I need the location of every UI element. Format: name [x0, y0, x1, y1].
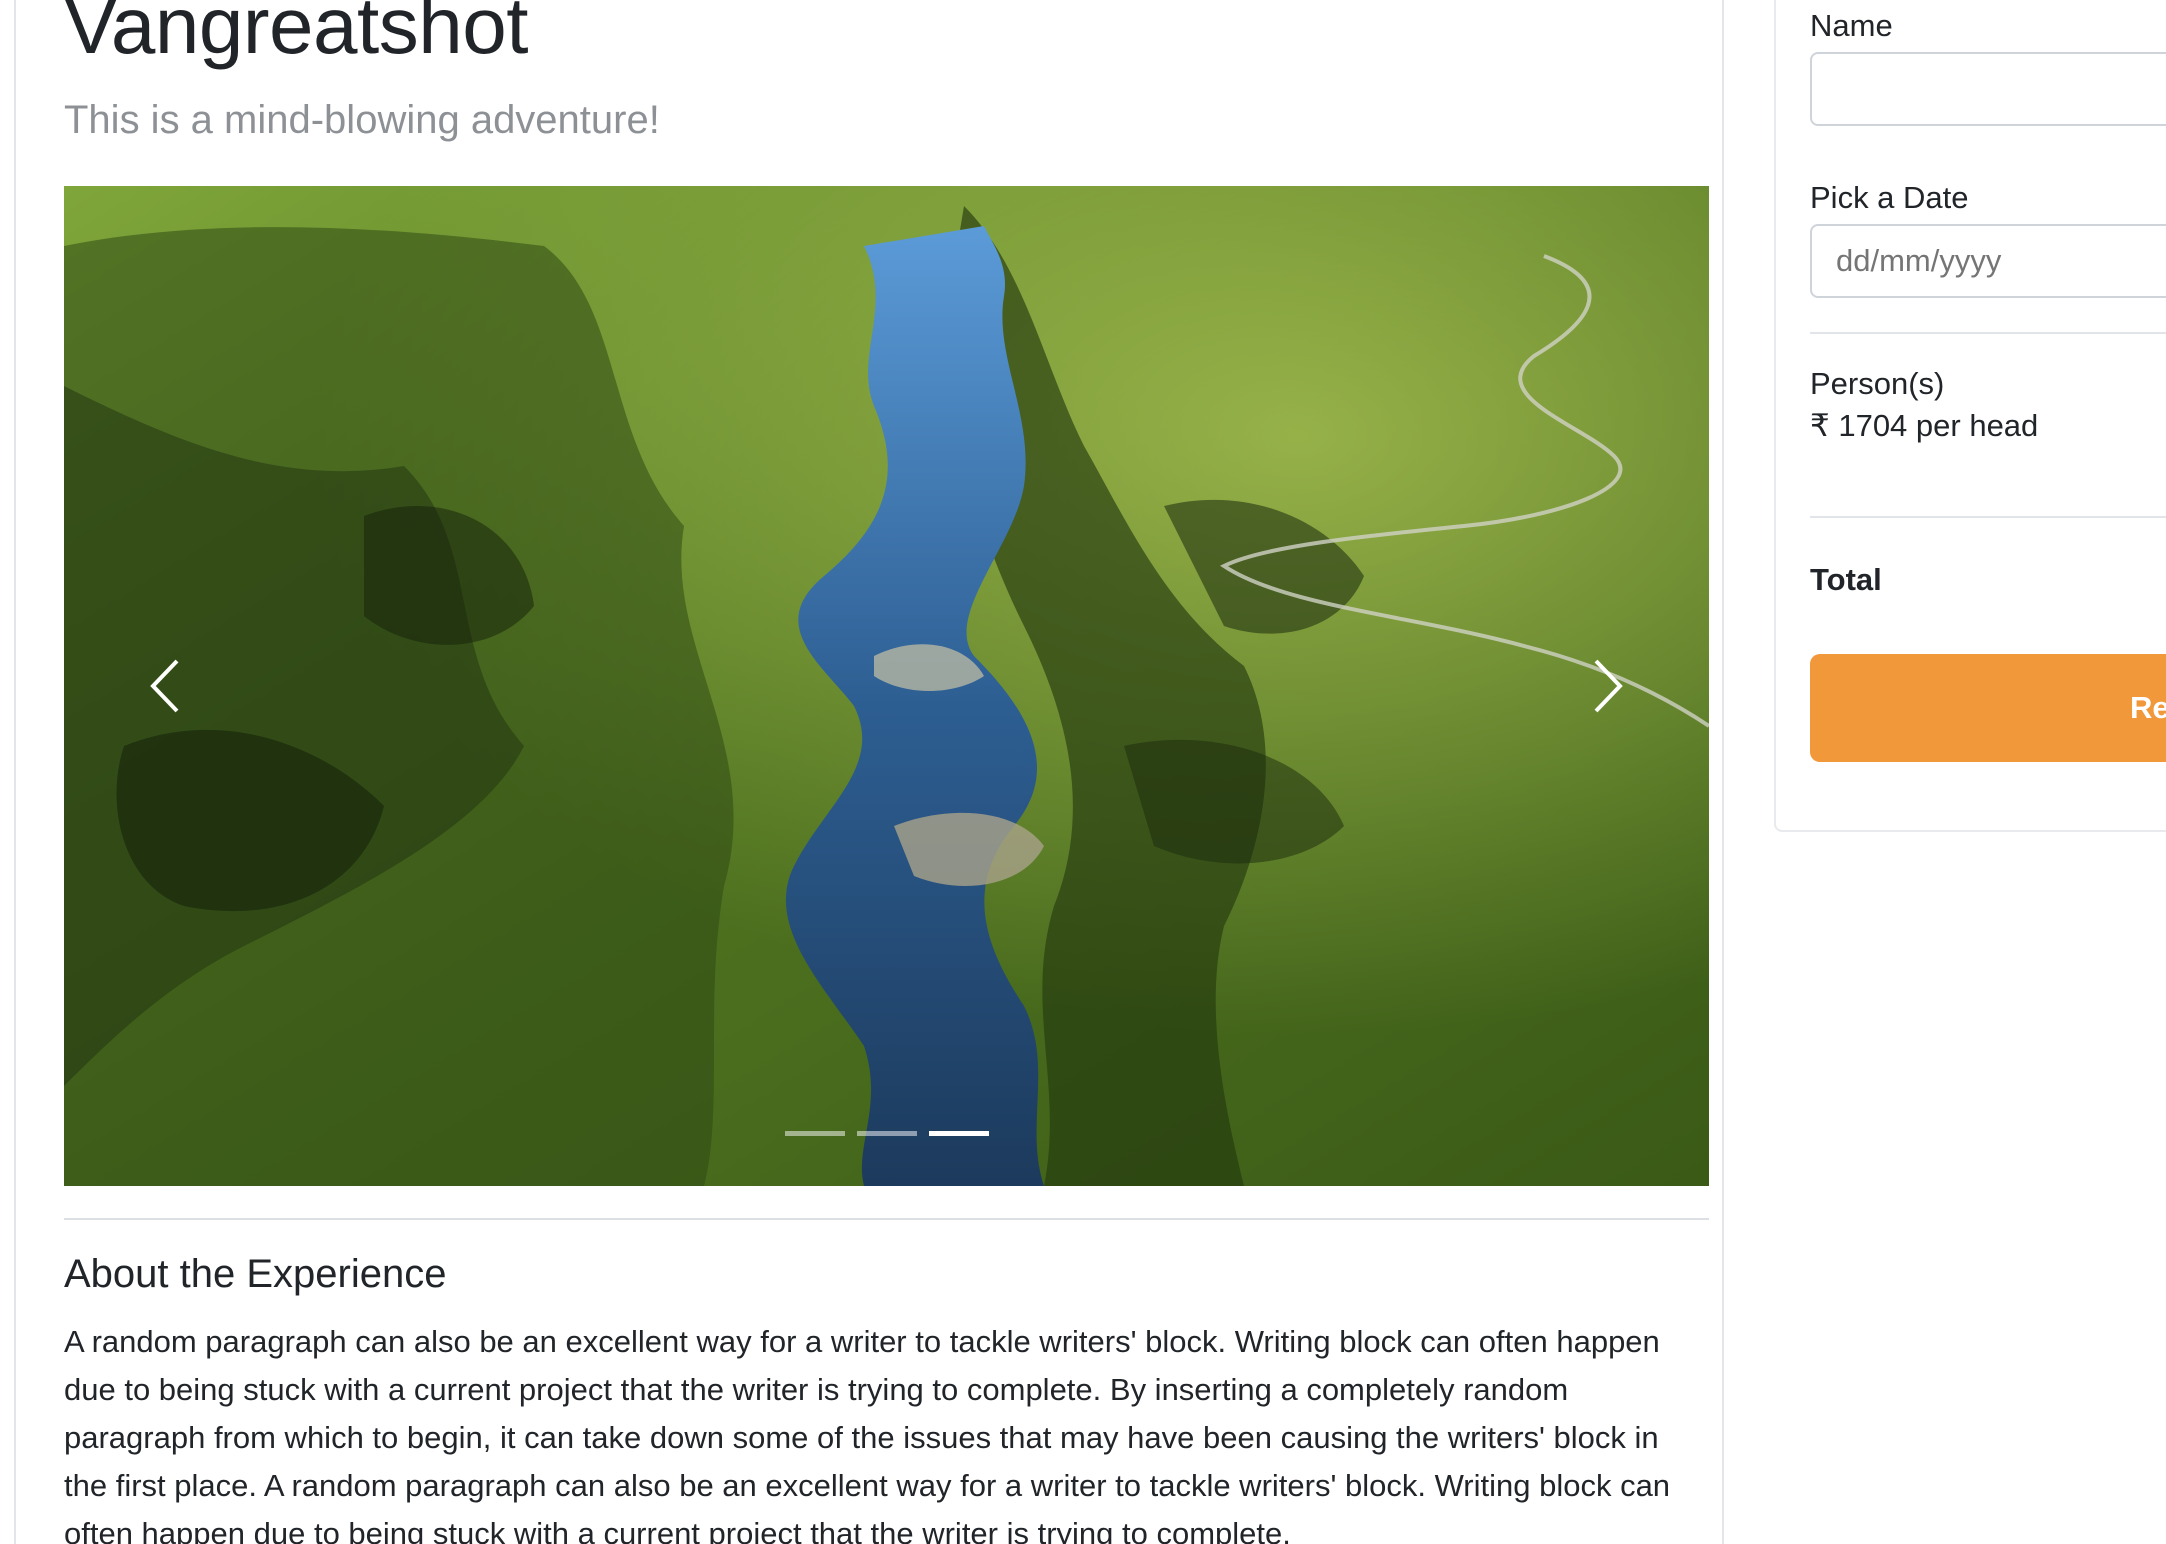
image-carousel[interactable]	[64, 186, 1709, 1186]
carousel-prev-button[interactable]	[64, 186, 264, 1186]
booking-card: Name Pick a Date Person(s) ₹ 1704 per he…	[1774, 0, 2166, 832]
experience-page: Vangreatshot This is a mind-blowing adve…	[0, 0, 2166, 1544]
name-input[interactable]	[1810, 52, 2166, 126]
chevron-left-icon	[150, 659, 179, 713]
total-label: Total	[1810, 562, 1882, 597]
date-label: Pick a Date	[1810, 180, 1969, 215]
booking-divider-1	[1810, 332, 2166, 334]
experience-card: Vangreatshot This is a mind-blowing adve…	[14, 0, 1724, 1544]
booking-divider-2	[1810, 516, 2166, 518]
about-heading: About the Experience	[64, 1252, 447, 1296]
reserve-button[interactable]: Re	[1810, 654, 2166, 762]
persons-label: Person(s)	[1810, 366, 1945, 401]
chevron-right-icon	[1594, 659, 1623, 713]
date-input[interactable]	[1810, 224, 2166, 298]
carousel-indicator-3[interactable]	[928, 1131, 989, 1136]
carousel-next-button[interactable]	[1509, 186, 1709, 1186]
carousel-indicators	[64, 1131, 1709, 1136]
page-subtitle: This is a mind-blowing adventure!	[64, 98, 660, 142]
carousel-indicator-1[interactable]	[784, 1131, 845, 1136]
page-title: Vangreatshot	[64, 0, 528, 70]
section-divider	[64, 1218, 1709, 1220]
name-label: Name	[1810, 8, 1893, 43]
carousel-indicator-2[interactable]	[856, 1131, 917, 1136]
carousel-image	[64, 186, 1709, 1186]
price-per-head: ₹ 1704 per head	[1810, 408, 2039, 443]
about-paragraph: A random paragraph can also be an excell…	[64, 1324, 1671, 1544]
